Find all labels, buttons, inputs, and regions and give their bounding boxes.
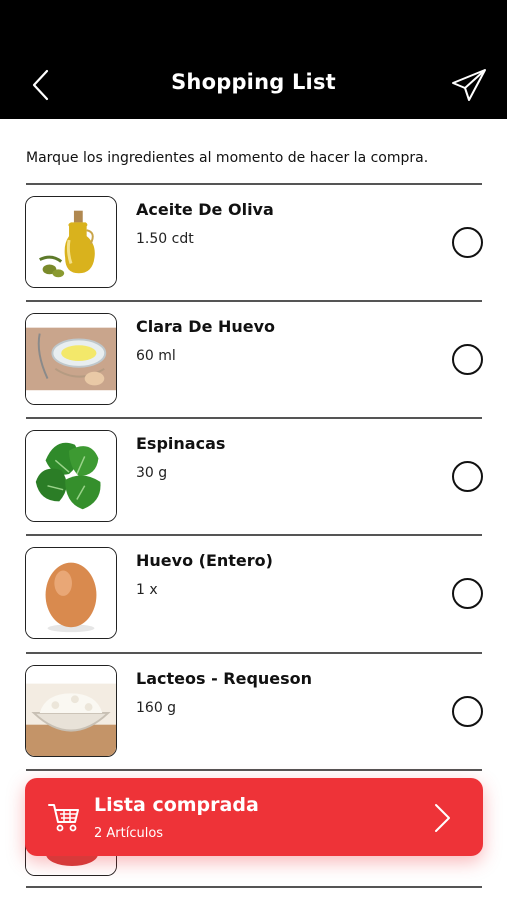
list-item: Espinacas 30 g bbox=[0, 418, 507, 535]
list-item: Clara De Huevo 60 ml bbox=[0, 301, 507, 418]
app-header: Shopping List bbox=[0, 0, 507, 119]
paper-plane-icon bbox=[452, 69, 486, 101]
page-title: Shopping List bbox=[171, 70, 336, 94]
item-quantity: 60 ml bbox=[136, 348, 176, 364]
item-checkbox[interactable] bbox=[452, 344, 483, 375]
olive-oil-image bbox=[25, 196, 117, 288]
spinach-image bbox=[25, 430, 117, 522]
egg-image bbox=[25, 547, 117, 639]
item-name: Lacteos - Requeson bbox=[136, 669, 313, 688]
purchased-count: 2 Artículos bbox=[94, 826, 164, 841]
item-checkbox[interactable] bbox=[452, 578, 483, 609]
item-quantity: 30 g bbox=[136, 465, 168, 481]
item-quantity: 1.50 cdt bbox=[136, 231, 194, 247]
list-item: Lacteos - Requeson 160 g bbox=[0, 653, 507, 770]
share-button[interactable] bbox=[448, 64, 490, 106]
item-name: Huevo (Entero) bbox=[136, 551, 273, 570]
item-checkbox[interactable] bbox=[452, 461, 483, 492]
item-checkbox[interactable] bbox=[452, 696, 483, 727]
chevron-right-icon bbox=[435, 804, 450, 832]
shopping-cart-icon bbox=[48, 804, 79, 832]
instructions-text: Marque los ingredientes al momento de ha… bbox=[26, 150, 429, 166]
list-item: Huevo (Entero) 1 x bbox=[0, 535, 507, 652]
item-quantity: 1 x bbox=[136, 582, 158, 598]
divider bbox=[26, 886, 482, 888]
item-quantity: 160 g bbox=[136, 700, 177, 716]
egg-white-image bbox=[25, 313, 117, 405]
item-checkbox[interactable] bbox=[452, 227, 483, 258]
cottage-cheese-image bbox=[25, 665, 117, 757]
purchased-list-button[interactable]: Lista comprada 2 Artículos bbox=[25, 778, 483, 856]
item-name: Clara De Huevo bbox=[136, 317, 276, 336]
item-name: Espinacas bbox=[136, 434, 226, 453]
divider bbox=[26, 769, 482, 771]
purchased-list-title: Lista comprada bbox=[94, 794, 259, 816]
list-item: Aceite De Oliva 1.50 cdt bbox=[0, 184, 507, 301]
item-name: Aceite De Oliva bbox=[136, 200, 274, 219]
